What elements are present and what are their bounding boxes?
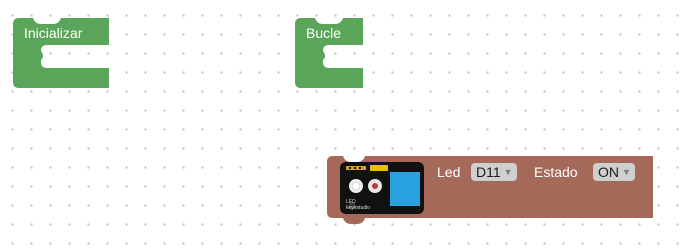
estado-label: Estado [534, 164, 578, 180]
state-dropdown-value: ON [598, 164, 619, 180]
block-inicializar-label: Inicializar [24, 25, 83, 41]
state-dropdown[interactable]: ON ▼ [593, 163, 635, 181]
caret-down-icon: ▼ [503, 167, 513, 177]
caret-down-icon: ▼ [622, 167, 631, 177]
pin-dropdown[interactable]: D11 ▼ [471, 163, 517, 181]
pin-dropdown-value: D11 [476, 164, 501, 180]
led-module-image: LED keyestudio [340, 162, 424, 214]
module-brand-text: keyestudio [346, 205, 370, 211]
led-label: Led [437, 164, 461, 180]
block-bucle-label: Bucle [306, 25, 342, 41]
